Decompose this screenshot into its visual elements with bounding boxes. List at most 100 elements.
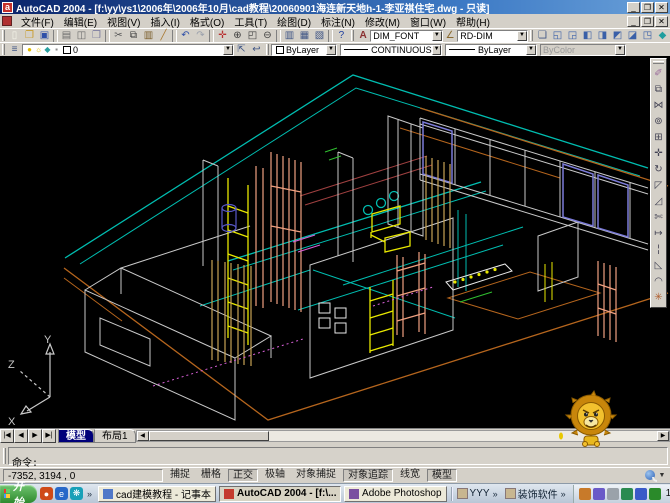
layer-combo[interactable]: ●☼◆▪ 0 [22,44,234,56]
doc-minimize-button[interactable]: _ [627,16,640,27]
undo-icon[interactable]: ↶ [178,29,193,42]
restore-button[interactable]: ❐ [641,2,654,13]
dim-style-combo[interactable]: RD-DIM [457,30,528,42]
pan-icon[interactable]: ✛ [215,29,230,42]
horizontal-scrollbar[interactable]: ◀ ▶ [136,430,670,442]
trim-icon[interactable]: ✄ [652,210,666,226]
toolbar-separator[interactable] [105,30,110,42]
sw-isometric-view-icon[interactable]: ◳ [640,29,655,42]
tab-nav-button[interactable]: ▶ [28,429,42,443]
toolbar-grip[interactable] [530,30,533,41]
properties-icon[interactable]: ▥ [282,29,297,42]
erase-icon[interactable]: ✐ [652,66,666,82]
menu-item[interactable]: 窗口(W) [405,14,451,29]
top-view-icon[interactable]: ◱ [550,29,565,42]
dropdown-arrow-icon[interactable] [526,45,536,55]
copy-icon[interactable]: ⧉ [126,29,141,42]
grid-toggle[interactable]: 栅格 [197,469,225,482]
scroll-left-icon[interactable]: ◀ [137,431,149,441]
toolbar-grip[interactable] [2,30,5,41]
doc-restore-button[interactable]: ❐ [641,16,654,27]
menu-item[interactable]: 工具(T) [229,14,272,29]
mirror-icon[interactable]: ⋈ [652,98,666,114]
layer-manager-icon[interactable]: ≡ [7,43,22,56]
menu-item[interactable]: 修改(M) [360,14,405,29]
toolbar-separator[interactable] [172,30,177,42]
quicklaunch-overflow-icon[interactable]: » [84,489,95,499]
plot-icon[interactable]: ▤ [59,29,74,42]
match-properties-icon[interactable]: ╱ [156,29,171,42]
osnap-toggle[interactable]: 对象捕捉 [292,469,340,482]
offset-icon[interactable]: ⊚ [652,114,666,130]
close-button[interactable]: ✕ [655,2,668,13]
move-icon[interactable]: ✛ [652,146,666,162]
toolbar-grip[interactable] [351,30,354,41]
communication-center-icon[interactable] [643,469,657,482]
lineweight-toggle[interactable]: 线宽 [396,469,424,482]
redo-icon[interactable]: ↷ [193,29,208,42]
menu-item[interactable]: 视图(V) [102,14,145,29]
minimize-button[interactable]: _ [627,2,640,13]
make-object-layer-current-icon[interactable]: ⇱ [234,43,249,56]
snap-toggle[interactable]: 捕捉 [166,469,194,482]
menu-item[interactable]: 标注(N) [316,14,360,29]
scrollbar-thumb[interactable] [149,431,269,441]
extend-icon[interactable]: ↦ [652,226,666,242]
break-icon[interactable]: ¦ [652,242,666,258]
tray-im-icon[interactable] [579,488,591,500]
dim-style-icon[interactable]: ∠ [443,29,457,42]
help-icon[interactable]: ? [334,29,349,42]
plot-preview-icon[interactable]: ◫ [74,29,89,42]
toolbar-separator[interactable] [53,30,58,42]
named-views-icon[interactable]: ❏ [535,29,550,42]
task-photoshop[interactable]: Adobe Photoshop [344,486,447,502]
deskband-decor-software[interactable]: 装饰软件 » [505,486,569,501]
text-style-icon[interactable]: A [356,29,370,42]
command-window-grip[interactable] [3,448,6,464]
designcenter-icon[interactable]: ▦ [297,29,312,42]
dropdown-arrow-icon[interactable] [223,45,233,55]
stretch-icon[interactable]: ◿ [652,194,666,210]
zoom-realtime-icon[interactable]: ⊕ [230,29,245,42]
doc-close-button[interactable]: ✕ [655,16,668,27]
toolpalettes-icon[interactable]: ▧ [312,29,327,42]
bottom-view-icon[interactable]: ◲ [565,29,580,42]
open-icon[interactable]: ❐ [22,29,37,42]
rotate-icon[interactable]: ↻ [652,162,666,178]
tray-volume-icon[interactable] [607,488,619,500]
tab-nav-button[interactable]: ▶| [42,429,56,443]
explode-icon[interactable]: ✳ [652,290,666,306]
menu-item[interactable]: 格式(O) [185,14,229,29]
ortho-toggle[interactable]: 正交 [228,469,258,482]
coordinate-readout[interactable]: -7352, 3194 , 0 [3,469,163,482]
tab-model[interactable]: 模型 [58,429,94,443]
cut-icon[interactable]: ✂ [111,29,126,42]
toolbar-grip[interactable] [266,44,269,55]
otrack-toggle[interactable]: 对象追踪 [343,469,393,482]
command-input[interactable]: 命令: [8,447,668,465]
zoom-window-icon[interactable]: ◰ [245,29,260,42]
menu-item[interactable]: 文件(F) [16,14,59,29]
quicklaunch-player-icon[interactable]: ● [40,487,53,500]
polar-toggle[interactable]: 极轴 [261,469,289,482]
title-bar[interactable]: a AutoCAD 2004 - [f:\yy\ys1\2006年\2006年1… [0,0,670,14]
lineweight-control-combo[interactable]: ByLayer [445,44,537,56]
save-icon[interactable]: ▣ [37,29,52,42]
status-tray-arrow-icon[interactable]: ▼ [657,472,667,479]
chamfer-icon[interactable]: ◺ [652,258,666,274]
zoom-previous-icon[interactable]: ⊖ [260,29,275,42]
toolbar-grip[interactable] [653,61,664,64]
toolbar-grip[interactable] [2,44,5,55]
text-style-combo[interactable]: DIM_FONT [370,30,443,42]
dropdown-arrow-icon[interactable] [517,31,527,41]
paste-icon[interactable]: ▥ [141,29,156,42]
model-space-toggle[interactable]: 模型 [427,469,457,482]
tab-nav-button[interactable]: ◀ [14,429,28,443]
drawing-canvas[interactable]: Y X Z [0,56,670,428]
quicklaunch-msn-icon[interactable]: ❋ [70,487,83,500]
front-view-icon[interactable]: ◩ [610,29,625,42]
dropdown-arrow-icon[interactable] [326,45,336,55]
tray-firewall-shield-icon[interactable] [635,488,647,500]
task-autocad[interactable]: AutoCAD 2004 - [f:\... [219,486,341,502]
toolbar-separator[interactable] [276,30,281,42]
